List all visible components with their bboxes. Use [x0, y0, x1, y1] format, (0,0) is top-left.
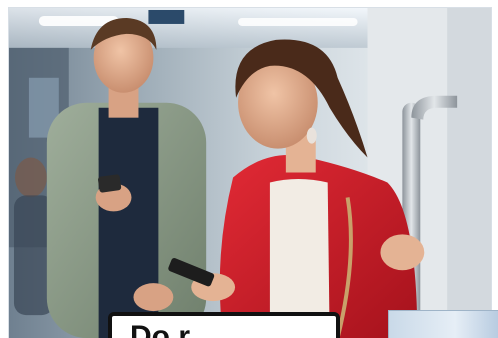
ceiling-light	[238, 17, 358, 26]
background-passenger	[14, 157, 47, 198]
man-phone	[98, 174, 122, 193]
image-frame: Do r	[0, 0, 498, 338]
subway-scene	[9, 8, 491, 338]
pearl-earring	[306, 127, 317, 144]
ceiling-screen	[148, 9, 185, 24]
subway-photo	[8, 7, 492, 338]
train-door-edge	[447, 8, 491, 338]
man-lower-hand	[133, 283, 174, 312]
thumbnail-strip	[388, 310, 498, 338]
caption-text: Do r	[130, 320, 190, 338]
caption-box: Do r	[108, 312, 340, 338]
woman-hand-on-rail	[380, 234, 425, 271]
